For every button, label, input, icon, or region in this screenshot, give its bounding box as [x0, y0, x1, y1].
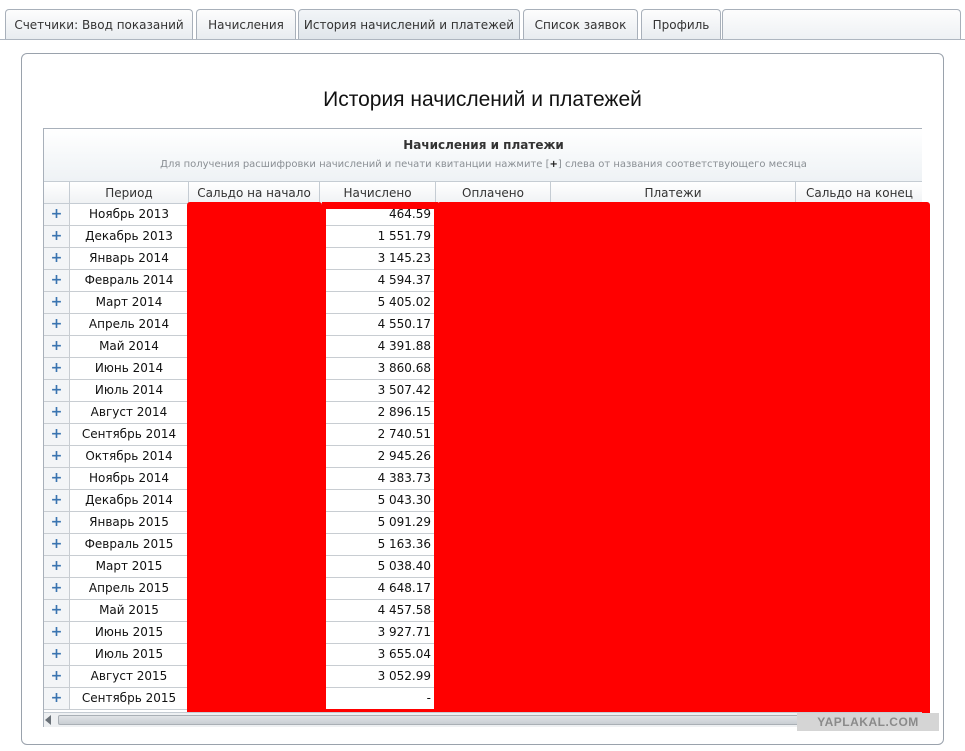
expand-row-icon[interactable]: +: [44, 512, 70, 534]
column-header-paid[interactable]: Оплачено: [436, 182, 551, 204]
expand-row-icon[interactable]: +: [44, 578, 70, 600]
period-cell: Декабрь 2014: [70, 490, 189, 512]
expand-row-icon[interactable]: +: [44, 666, 70, 688]
column-header-expander: [44, 182, 70, 204]
charged-cell: 3 507.42: [320, 380, 436, 402]
expand-row-icon[interactable]: +: [44, 688, 70, 710]
tab-bar: Счетчики: Ввод показаний Начисления Исто…: [0, 0, 965, 40]
charged-cell: 5 405.02: [320, 292, 436, 314]
charged-cell: 3 927.71: [320, 622, 436, 644]
charged-cell: 3 052.99: [320, 666, 436, 688]
period-cell: Февраль 2015: [70, 534, 189, 556]
expand-row-icon[interactable]: +: [44, 380, 70, 402]
expand-row-icon[interactable]: +: [44, 336, 70, 358]
grid-hint-after: ] слева от названия соответствующего мес…: [557, 159, 807, 170]
expand-row-icon[interactable]: +: [44, 226, 70, 248]
period-cell: Июнь 2015: [70, 622, 189, 644]
period-cell: Август 2014: [70, 402, 189, 424]
period-cell: Июль 2014: [70, 380, 189, 402]
charged-cell: 2 896.15: [320, 402, 436, 424]
column-header-closing-balance[interactable]: Сальдо на конец: [796, 182, 922, 204]
tab-history[interactable]: История начислений и платежей: [298, 9, 520, 40]
expand-row-icon[interactable]: +: [44, 446, 70, 468]
redaction-opening-balance: [187, 202, 322, 716]
column-header-charged[interactable]: Начислено: [320, 182, 436, 204]
charged-cell: 4 391.88: [320, 336, 436, 358]
period-cell: Ноябрь 2014: [70, 468, 189, 490]
expand-row-icon[interactable]: +: [44, 248, 70, 270]
expand-row-icon[interactable]: +: [44, 556, 70, 578]
grid-caption: Начисления и платежи Для получения расши…: [44, 129, 922, 182]
charged-cell: 5 043.30: [320, 490, 436, 512]
expand-row-icon[interactable]: +: [44, 622, 70, 644]
tab-requests[interactable]: Список заявок: [523, 9, 638, 39]
period-cell: Июль 2015: [70, 644, 189, 666]
watermark-logo: YAPLAKAL.COM: [797, 713, 939, 731]
expand-row-icon[interactable]: +: [44, 490, 70, 512]
period-cell: Март 2014: [70, 292, 189, 314]
period-cell: Июнь 2014: [70, 358, 189, 380]
period-cell: Апрель 2015: [70, 578, 189, 600]
period-cell: Февраль 2014: [70, 270, 189, 292]
charged-cell: 4 648.17: [320, 578, 436, 600]
period-cell: Октябрь 2014: [70, 446, 189, 468]
expand-row-icon[interactable]: +: [44, 292, 70, 314]
charged-cell: 5 091.29: [320, 512, 436, 534]
period-cell: Сентябрь 2015: [70, 688, 189, 710]
expand-row-icon[interactable]: +: [44, 534, 70, 556]
expand-row-icon[interactable]: +: [44, 402, 70, 424]
period-cell: Январь 2014: [70, 248, 189, 270]
expand-row-icon[interactable]: +: [44, 600, 70, 622]
charged-cell: 5 038.40: [320, 556, 436, 578]
charged-cell: 4 594.37: [320, 270, 436, 292]
page-title: История начислений и платежей: [323, 88, 642, 111]
period-cell: Сентябрь 2014: [70, 424, 189, 446]
expand-row-icon[interactable]: +: [44, 314, 70, 336]
expand-row-icon[interactable]: +: [44, 424, 70, 446]
charged-cell: 4 457.58: [320, 600, 436, 622]
expand-row-icon[interactable]: +: [44, 468, 70, 490]
charged-cell: 5 163.36: [320, 534, 436, 556]
charged-cell: 4 383.73: [320, 468, 436, 490]
column-header-opening-balance[interactable]: Сальдо на начало: [189, 182, 320, 204]
tab-charges[interactable]: Начисления: [196, 9, 296, 39]
charged-cell: 3 145.23: [320, 248, 436, 270]
charged-cell: 3 655.04: [320, 644, 436, 666]
period-cell: Август 2015: [70, 666, 189, 688]
horizontal-scrollbar[interactable]: [44, 712, 922, 727]
period-cell: Май 2015: [70, 600, 189, 622]
tab-profile[interactable]: Профиль: [641, 9, 721, 39]
charged-cell: 3 860.68: [320, 358, 436, 380]
period-cell: Апрель 2014: [70, 314, 189, 336]
charged-cell: 2 945.26: [320, 446, 436, 468]
charged-cell: 1 551.79: [320, 226, 436, 248]
redaction-charged-left: [322, 202, 326, 717]
expand-row-icon[interactable]: +: [44, 204, 70, 226]
tab-bar-filler: [722, 9, 961, 39]
charged-cell: -: [320, 688, 436, 710]
grid-title: Начисления и платежи: [403, 138, 564, 152]
grid-hint-before: Для получения расшифровки начислений и п…: [160, 159, 550, 170]
grid-hint-plus: +: [549, 159, 558, 170]
scroll-left-icon[interactable]: [45, 715, 51, 725]
period-cell: Ноябрь 2013: [70, 204, 189, 226]
column-header-payments[interactable]: Платежи: [551, 182, 796, 204]
period-cell: Март 2015: [70, 556, 189, 578]
tab-meters[interactable]: Счетчики: Ввод показаний: [5, 9, 193, 39]
expand-row-icon[interactable]: +: [44, 644, 70, 666]
column-header-period[interactable]: Период: [70, 182, 189, 204]
expand-row-icon[interactable]: +: [44, 358, 70, 380]
redaction-paid-payments-closing: [437, 202, 930, 716]
redaction-charged-top: [322, 202, 438, 209]
period-cell: Январь 2015: [70, 512, 189, 534]
tab-bar-baseline: [0, 39, 965, 40]
period-cell: Май 2014: [70, 336, 189, 358]
charged-cell: 4 550.17: [320, 314, 436, 336]
charged-cell: 2 740.51: [320, 424, 436, 446]
grid-hint: Для получения расшифровки начислений и п…: [44, 159, 922, 170]
period-cell: Декабрь 2013: [70, 226, 189, 248]
expand-row-icon[interactable]: +: [44, 270, 70, 292]
scrollbar-thumb[interactable]: [58, 715, 858, 725]
